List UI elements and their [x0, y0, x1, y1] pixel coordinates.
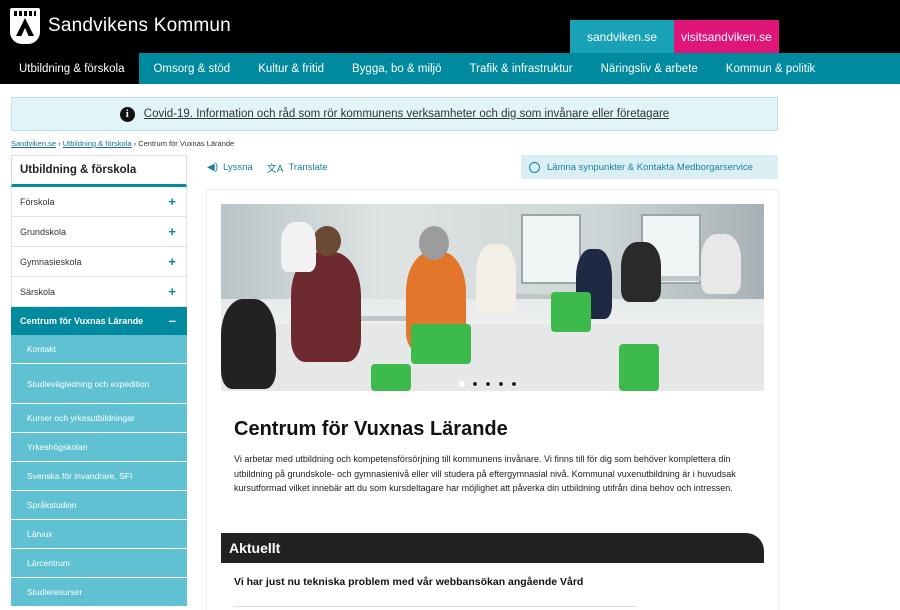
sidebar-heading[interactable]: Utbildning & förskola — [11, 155, 187, 187]
nav-item-kommun[interactable]: Kommun & politik — [712, 53, 829, 84]
sidebar-item-label: Förskola — [20, 196, 55, 207]
covid-link[interactable]: Covid-19. Information och råd som rör ko… — [144, 108, 669, 120]
slider-dot[interactable] — [459, 381, 465, 387]
breadcrumb-link-utbildning[interactable]: Utbildning & förskola — [63, 139, 132, 148]
translate-button[interactable]: 文A Translate — [267, 160, 328, 175]
hero-slider-image[interactable] — [221, 204, 764, 391]
sidebar: Utbildning & förskola Förskola + Grundsk… — [11, 155, 187, 610]
hero-chair — [619, 344, 659, 391]
crest-logo-icon — [10, 8, 40, 44]
sidebar-subitem-kurser[interactable]: Kurser och yrkesutbildningar — [11, 404, 187, 433]
nav-item-bygga[interactable]: Bygga, bo & miljö — [338, 53, 456, 84]
news-heading: Aktuellt — [221, 533, 764, 563]
main-navigation: Utbildning & förskola Omsorg & stöd Kult… — [0, 53, 900, 84]
breadcrumb: Sandviken.se › Utbildning & förskola › C… — [11, 139, 234, 148]
sidebar-item-label: Gymnasieskola — [20, 256, 82, 267]
hero-person-head — [313, 226, 341, 256]
hero-person — [281, 222, 316, 272]
sidebar-item-grundskola[interactable]: Grundskola + — [11, 217, 187, 247]
slider-dot[interactable] — [511, 381, 517, 387]
covid-banner: i Covid-19. Information och råd som rör … — [11, 97, 778, 131]
chat-bubble-icon — [529, 161, 540, 173]
sidebar-subitem-kontakt[interactable]: Kontakt — [11, 335, 187, 364]
sidebar-item-label: Särskola — [20, 286, 56, 297]
sidebar-subitem-larcentrum[interactable]: Lärcentrum — [11, 549, 187, 578]
sidebar-subitem-studieresurser[interactable]: Studieresurser — [11, 578, 187, 607]
sidebar-subitem-yrkeshogskolan[interactable]: Yrkeshögskolan — [11, 433, 187, 462]
slider-dot[interactable] — [472, 381, 478, 387]
main-content: Centrum för Vuxnas Lärande Vi arbetar me… — [207, 190, 778, 610]
breadcrumb-separator: › — [133, 139, 137, 148]
nav-item-trafik[interactable]: Trafik & infrastruktur — [456, 53, 587, 84]
slider-dot[interactable] — [498, 381, 504, 387]
nav-item-utbildning[interactable]: Utbildning & förskola — [0, 53, 140, 84]
sidebar-item-label: Grundskola — [20, 226, 67, 237]
minus-icon[interactable]: – — [169, 313, 176, 328]
hero-chair — [551, 292, 591, 332]
sidebar-subitem-sprakstudion[interactable]: Språkstudion — [11, 491, 187, 520]
nav-item-naringsliv[interactable]: Näringsliv & arbete — [587, 53, 712, 84]
hero-chair — [371, 364, 411, 391]
slider-dots — [459, 381, 524, 387]
intro-text: Vi arbetar med utbildning och kompetensf… — [234, 454, 736, 493]
page: Sandvikens Kommun sandviken.se visitsand… — [0, 0, 900, 610]
page-title: Centrum för Vuxnas Lärande — [234, 418, 508, 440]
listen-button[interactable]: ◀) Lyssna — [207, 162, 253, 173]
plus-icon[interactable]: + — [168, 284, 176, 299]
breadcrumb-current: Centrum för Vuxnas Lärande — [138, 139, 235, 148]
plus-icon[interactable]: + — [168, 224, 176, 239]
sidebar-subitem-larvux[interactable]: Lärvux — [11, 520, 187, 549]
slider-dot[interactable] — [485, 381, 491, 387]
news-item-link[interactable]: Vi har just nu tekniska problem med vår … — [234, 576, 583, 588]
hero-person-head — [419, 226, 449, 260]
translate-label: Translate — [288, 161, 328, 173]
hero-person — [701, 234, 741, 294]
listen-label: Lyssna — [223, 161, 253, 173]
nav-item-kultur[interactable]: Kultur & fritid — [244, 53, 338, 84]
sidebar-item-label: Centrum för Vuxnas Lärande — [20, 315, 144, 326]
sidebar-subitem-studievagledning[interactable]: Studievägledning och expedition — [11, 364, 187, 404]
info-icon: i — [119, 106, 135, 122]
divider — [234, 606, 637, 607]
sidebar-item-forskola[interactable]: Förskola + — [11, 187, 187, 217]
hero-person — [476, 244, 516, 314]
logo-text: Sandvikens Kommun — [48, 15, 231, 36]
plus-icon[interactable]: + — [168, 194, 176, 209]
nav-item-omsorg[interactable]: Omsorg & stöd — [139, 53, 244, 84]
hero-person — [221, 299, 276, 389]
feedback-label: Lämna synpunkter & Kontakta Medborgarser… — [547, 161, 753, 173]
top-header: Sandvikens Kommun sandviken.se visitsand… — [0, 0, 900, 53]
site-logo[interactable]: Sandvikens Kommun — [10, 8, 231, 44]
plus-icon[interactable]: + — [168, 254, 176, 269]
breadcrumb-link-home[interactable]: Sandviken.se — [11, 139, 56, 148]
hero-window — [521, 214, 581, 284]
hero-chair — [411, 324, 471, 364]
sidebar-item-cvl[interactable]: Centrum för Vuxnas Lärande – — [11, 307, 187, 335]
tab-visitsandviken[interactable]: visitsandviken.se — [674, 20, 779, 53]
sidebar-subitem-sfi[interactable]: Svenska för invandrare, SFI — [11, 462, 187, 491]
feedback-button[interactable]: Lämna synpunkter & Kontakta Medborgarser… — [521, 155, 778, 179]
speaker-icon: ◀) — [207, 161, 219, 173]
translate-icon: 文A — [266, 163, 284, 175]
sidebar-item-gymnasieskola[interactable]: Gymnasieskola + — [11, 247, 187, 277]
sidebar-item-sarskola[interactable]: Särskola + — [11, 277, 187, 307]
breadcrumb-separator: › — [58, 139, 61, 148]
tab-sandviken[interactable]: sandviken.se — [570, 20, 674, 53]
hero-person — [621, 242, 661, 302]
